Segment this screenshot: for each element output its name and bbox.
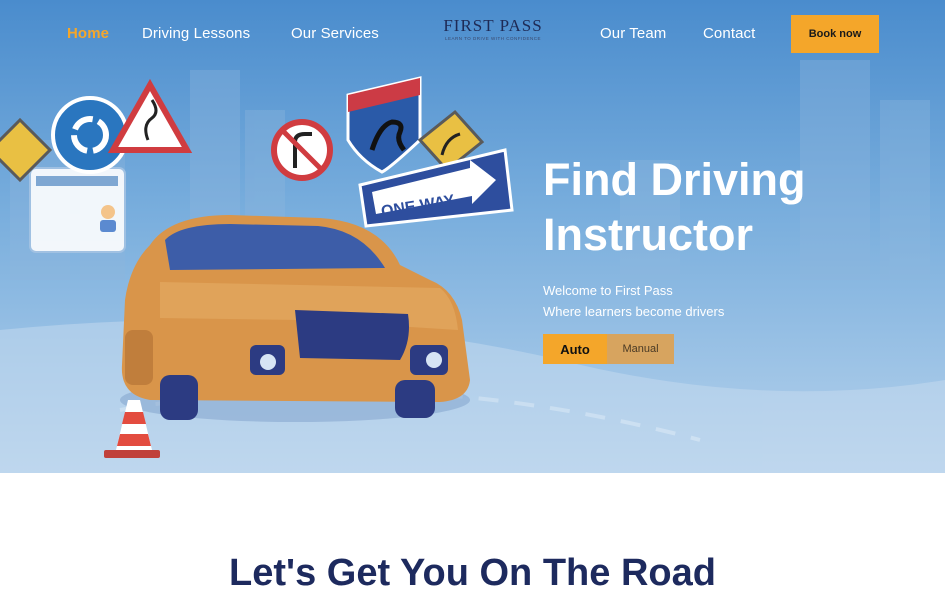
license-card-icon — [29, 167, 126, 253]
hero-subtitle: Welcome to First Pass Where learners bec… — [543, 280, 724, 322]
roundabout-sign-icon — [51, 96, 129, 174]
car-icon — [120, 215, 470, 422]
logo[interactable]: FIRST PASS LEARN TO DRIVE WITH CONFIDENC… — [430, 16, 556, 48]
nav-contact-link[interactable]: Contact — [703, 25, 755, 42]
logo-tagline: LEARN TO DRIVE WITH CONFIDENCE — [444, 36, 542, 41]
no-right-turn-sign-icon — [271, 119, 333, 181]
section-title: Let's Get You On The Road — [229, 552, 716, 594]
transmission-toggle: Auto Manual — [543, 334, 674, 364]
hero-title: Find Driving Instructor — [543, 154, 806, 260]
manual-button[interactable]: Manual — [607, 334, 674, 364]
logo-text: FIRST PASS — [443, 16, 543, 35]
nav-driving-lessons-link[interactable]: Driving Lessons — [142, 25, 250, 42]
hero-subtitle-line1: Welcome to First Pass — [543, 283, 673, 298]
nav-our-services-link[interactable]: Our Services — [291, 25, 379, 42]
auto-button[interactable]: Auto — [543, 334, 607, 364]
book-now-button[interactable]: Book now — [791, 15, 879, 53]
hero-section: ONE WAY Home Driving Lessons Our Service… — [0, 0, 945, 473]
nav-our-team-link[interactable]: Our Team — [600, 25, 666, 42]
nav-home-link[interactable]: Home — [67, 25, 109, 42]
kangaroo-crossing-sign-icon — [346, 76, 422, 174]
hero-subtitle-line2: Where learners become drivers — [543, 304, 725, 319]
